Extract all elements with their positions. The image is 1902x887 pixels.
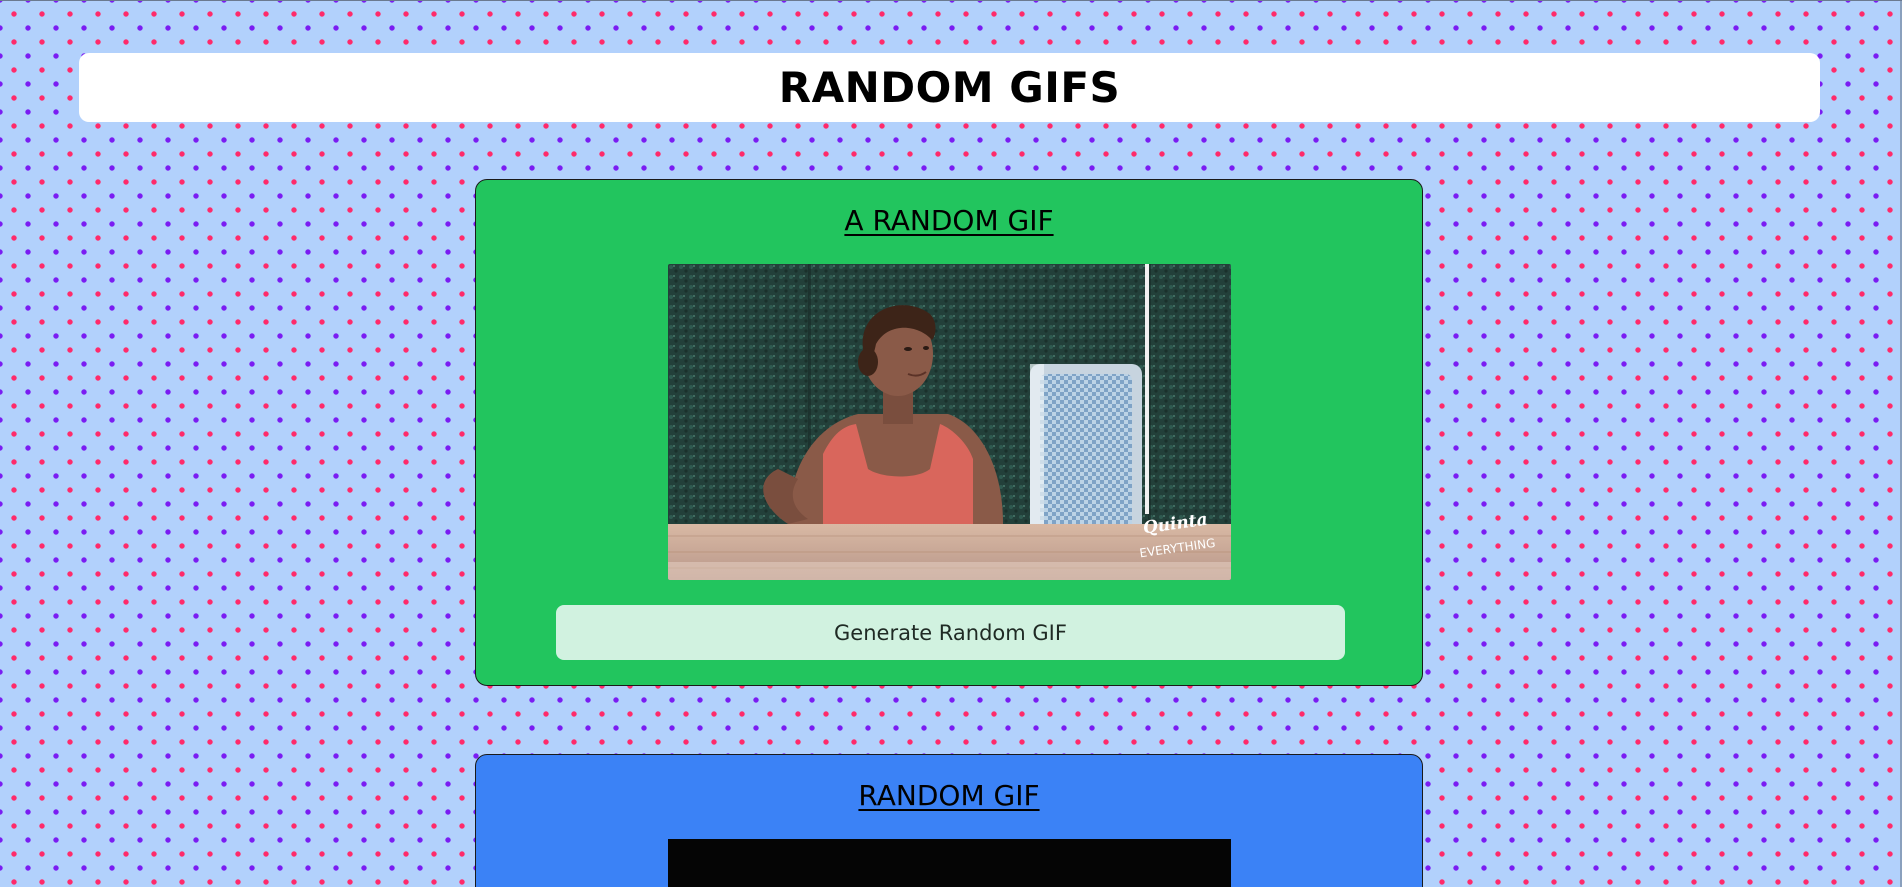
random-gif-card: A RANDOM GIF Quinta EVERYTHING Generate …: [475, 179, 1423, 686]
page-title: RANDOM GIFS: [778, 63, 1121, 112]
generate-random-gif-button[interactable]: Generate Random GIF: [556, 605, 1345, 660]
gif-image-loading: [668, 839, 1231, 887]
gif-image: Quinta EVERYTHING: [668, 264, 1231, 580]
page-header: RANDOM GIFS: [79, 53, 1820, 122]
card-title: A RANDOM GIF: [844, 204, 1054, 237]
card-title-2: RANDOM GIF: [858, 779, 1040, 812]
random-gif-card-2: RANDOM GIF: [475, 754, 1423, 887]
